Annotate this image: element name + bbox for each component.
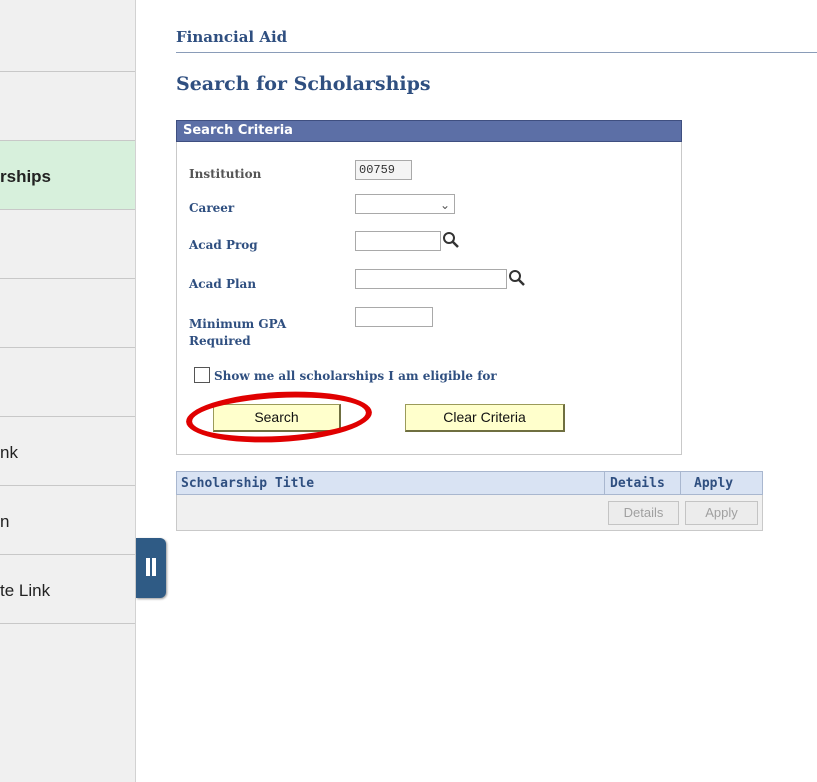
- column-separator: [680, 472, 681, 494]
- nav-item-label: rships: [0, 167, 52, 186]
- nav-item-site-link[interactable]: te Link: [0, 555, 135, 624]
- min-gpa-label: Minimum GPA Required: [189, 316, 286, 350]
- nav-item-1[interactable]: [0, 3, 135, 72]
- nav-item-link[interactable]: nk: [0, 417, 135, 486]
- nav-item-5[interactable]: [0, 279, 135, 348]
- page-title: Search for Scholarships: [176, 73, 431, 95]
- nav-item-2[interactable]: [0, 72, 135, 141]
- magnifier-icon[interactable]: [442, 231, 460, 249]
- divider: [176, 52, 817, 53]
- min-gpa-label-line2: Required: [189, 334, 251, 348]
- pause-icon: [146, 558, 150, 576]
- show-all-eligible-label: Show me all scholarships I am eligible f…: [214, 369, 497, 383]
- details-button[interactable]: Details: [608, 501, 679, 525]
- acad-prog-label: Acad Prog: [189, 238, 258, 252]
- magnifier-icon[interactable]: [508, 269, 526, 287]
- nav-item-6[interactable]: [0, 348, 135, 417]
- column-separator: [604, 472, 605, 494]
- acad-prog-input[interactable]: [355, 231, 441, 251]
- career-select[interactable]: ⌄: [355, 194, 455, 214]
- nav-item-label: n: [0, 512, 10, 531]
- apply-button[interactable]: Apply: [685, 501, 758, 525]
- institution-label: Institution: [189, 167, 262, 181]
- clear-criteria-button[interactable]: Clear Criteria: [405, 404, 565, 432]
- institution-field: 00759: [355, 160, 412, 180]
- chevron-down-icon: ⌄: [439, 198, 450, 212]
- nav-item-scholarships[interactable]: rships: [0, 141, 135, 210]
- career-label: Career: [189, 201, 235, 215]
- show-all-eligible-checkbox[interactable]: [194, 367, 210, 383]
- search-criteria-header: Search Criteria: [176, 120, 682, 142]
- column-header-scholarship-title: Scholarship Title: [181, 476, 315, 491]
- nav-item-4[interactable]: [0, 210, 135, 279]
- results-grid-header: Scholarship Title Details Apply: [176, 471, 763, 495]
- min-gpa-input[interactable]: [355, 307, 433, 327]
- column-header-details: Details: [610, 476, 665, 491]
- acad-plan-input[interactable]: [355, 269, 507, 289]
- acad-plan-label: Acad Plan: [189, 277, 257, 291]
- table-row: Details Apply: [176, 495, 763, 531]
- left-navigation: rships nk n te Link: [0, 0, 136, 782]
- nav-item-label: nk: [0, 443, 18, 462]
- min-gpa-label-line1: Minimum GPA: [189, 317, 287, 331]
- nav-item-label: te Link: [0, 581, 51, 600]
- column-header-apply: Apply: [694, 476, 734, 491]
- pause-icon: [152, 558, 156, 576]
- nav-item-8[interactable]: n: [0, 486, 135, 555]
- breadcrumb: Financial Aid: [176, 28, 288, 46]
- collapse-sidebar-button[interactable]: [136, 538, 166, 598]
